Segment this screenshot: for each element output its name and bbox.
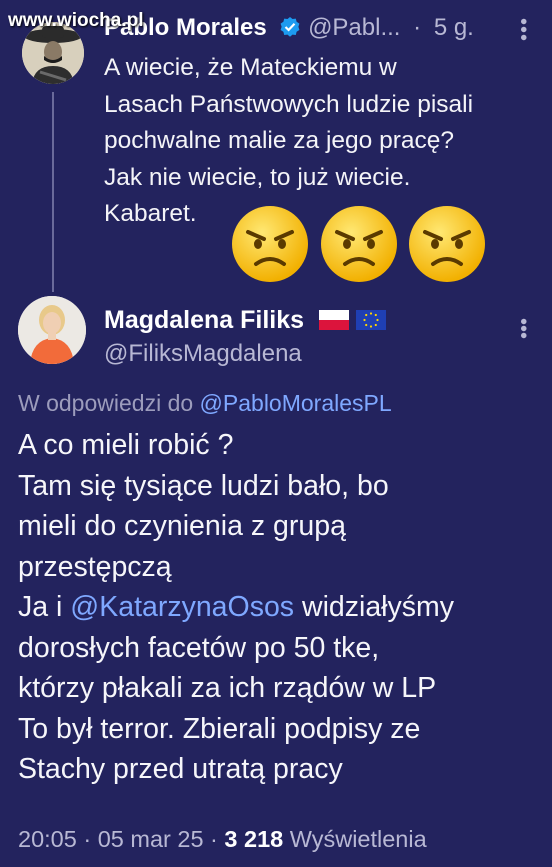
- tweet-line-with-mention: Ja i @KatarzynaOsos widziałyśmy: [18, 587, 538, 628]
- tweet-line: Tam się tysiące ludzi bało, bo: [18, 469, 389, 502]
- separator-dot: ·: [83, 826, 92, 852]
- tweet-line: którzy płakali za ich rządów w LP: [18, 672, 437, 704]
- poland-flag-icon: [319, 310, 350, 330]
- tweet-line: To był terror. Zbierali podpisy ze: [18, 712, 421, 745]
- more-options-icon[interactable]: •••: [511, 18, 534, 42]
- tweet-meta: 20:05 · 05 mar 25 · 3 218 Wyświetlenia: [18, 826, 427, 853]
- separator-dot: ·: [210, 826, 218, 852]
- reply-author: Magdalena Filiks: [104, 306, 386, 337]
- display-name[interactable]: Magdalena Filiks: [104, 306, 304, 334]
- handle[interactable]: @FiliksMagdalena: [104, 340, 302, 368]
- verified-badge-icon: [279, 16, 301, 45]
- parent-tweet[interactable]: Pablo Morales @Pabl... · 5 g. ••• A wiec…: [0, 0, 552, 292]
- tweet-line: A wiecie, że Mateckiemu w: [104, 54, 397, 81]
- flags: [319, 308, 386, 337]
- more-options-icon[interactable]: •••: [511, 318, 534, 339]
- mention-link[interactable]: @PabloMoralesPL: [200, 390, 392, 416]
- reply-tweet-text: A co mieli robić ? Tam się tysiące ludzi…: [18, 425, 538, 790]
- reply-context: W odpowiedzi do @PabloMoralesPL: [18, 390, 392, 417]
- tweet-line: mieli do czynienia z grupą: [18, 510, 346, 542]
- views-count[interactable]: 3 218: [224, 826, 283, 852]
- reply-prefix: W odpowiedzi do: [18, 390, 194, 416]
- text: widziałyśmy: [301, 591, 455, 623]
- tweet-line: A co mieli robić ?: [18, 429, 234, 461]
- handle[interactable]: @Pabl...: [308, 14, 400, 41]
- mention-link[interactable]: @KatarzynaOsos: [70, 591, 294, 623]
- parent-tweet-header: Pablo Morales @Pabl... · 5 g.: [104, 14, 534, 48]
- post-date[interactable]: 05 mar 25: [98, 826, 204, 852]
- angry-face-icon: [321, 206, 397, 282]
- eu-flag-icon: [355, 310, 386, 330]
- tweet-line: przestępczą: [18, 550, 172, 583]
- post-time[interactable]: 20:05: [18, 826, 77, 852]
- tweet-line: Jak nie wiecie, to już wiecie.: [104, 163, 411, 191]
- tweet-line: Lasach Państwowych ludzie pisali: [104, 90, 474, 118]
- avatar-magdalena-filiks[interactable]: [18, 296, 86, 364]
- angry-face-icon: [232, 206, 308, 282]
- tweet-line: dorosłych facetów po 50 tke,: [18, 631, 380, 664]
- angry-face-icon: [409, 206, 485, 282]
- thread-line: [52, 92, 54, 292]
- text: Ja i: [18, 591, 63, 623]
- tweet-line: pochwalne malie za jego pracę?: [104, 127, 455, 154]
- watermark: www.wiocha.pl: [8, 10, 144, 31]
- timestamp[interactable]: 5 g.: [434, 14, 474, 41]
- views-label: Wyświetlenia: [289, 826, 427, 852]
- separator-dot: ·: [413, 14, 422, 41]
- tweet-line: Stachy przed utratą pracy: [18, 753, 343, 785]
- emoji-row: [230, 204, 492, 284]
